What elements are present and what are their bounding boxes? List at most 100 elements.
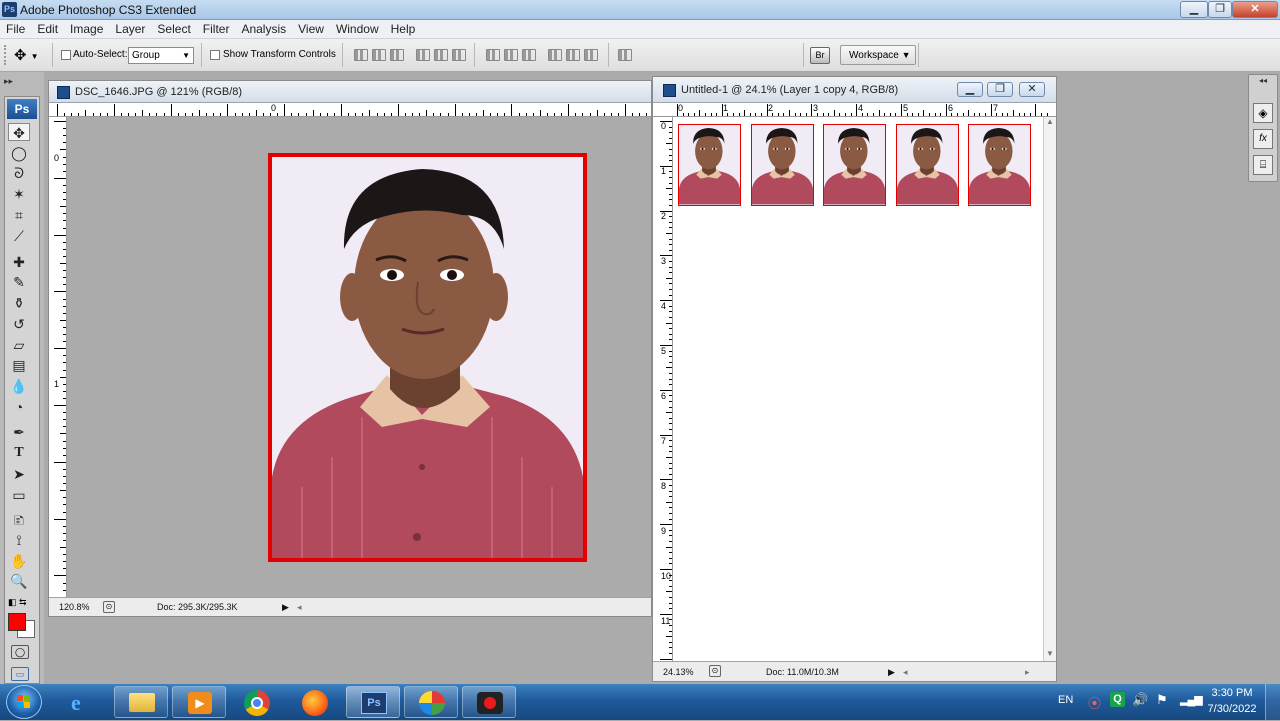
path-select-icon[interactable]: ➤	[8, 465, 30, 483]
clock-time[interactable]: 3:30 PM	[1208, 687, 1256, 699]
taskbar-file-explorer[interactable]	[114, 686, 168, 718]
restore-button[interactable]: ❐	[1208, 1, 1232, 18]
vertical-scrollbar[interactable]: ▲ ▼	[1043, 117, 1056, 663]
scroll-down-icon[interactable]: ▼	[1046, 649, 1054, 658]
screen-mode-icon[interactable]: ▭	[11, 667, 29, 681]
tiled-passport-photo[interactable]	[968, 124, 1031, 206]
align-bottom-icon[interactable]	[390, 49, 404, 61]
history-brush-icon[interactable]: ↺	[8, 315, 30, 333]
magic-wand-icon[interactable]: ✶	[8, 185, 30, 203]
start-button[interactable]	[6, 685, 42, 719]
scroll-up-icon[interactable]: ▲	[1046, 117, 1054, 126]
move-tool-icon[interactable]: ✥	[8, 123, 30, 141]
taskbar-firefox[interactable]	[288, 686, 342, 718]
status-menu-arrow-icon[interactable]: ▶	[282, 599, 289, 615]
doc-close-button[interactable]: ✕	[1019, 82, 1045, 97]
clone-stamp-icon[interactable]: ⚱	[8, 294, 30, 312]
taskbar-photoshop[interactable]: Ps	[346, 686, 400, 718]
menu-image[interactable]: Image	[64, 20, 109, 39]
foreground-color-swatch[interactable]	[8, 613, 26, 631]
healing-brush-icon[interactable]: ✚	[8, 253, 30, 271]
auto-select-dropdown[interactable]: Group ▼	[128, 47, 194, 64]
quick-mask-icon[interactable]: ◯	[11, 645, 29, 659]
zoom-level[interactable]: 24.13%	[663, 664, 694, 680]
move-tool-preset-icon[interactable]: ✥ ▼	[14, 46, 39, 64]
horizontal-ruler[interactable]: 0 1 2 3 4 5 6 7	[653, 103, 1056, 117]
clock-date[interactable]: 7/30/2022	[1205, 703, 1259, 715]
gradient-icon[interactable]: ▤	[8, 356, 30, 374]
menu-analysis[interactable]: Analysis	[235, 20, 292, 39]
network-warning-icon[interactable]: ⚑	[1156, 692, 1168, 708]
zoom-level[interactable]: 120.8%	[59, 599, 90, 615]
align-right-icon[interactable]	[452, 49, 466, 61]
distribute-left-icon[interactable]	[548, 49, 562, 61]
volume-icon[interactable]: 🔊	[1132, 692, 1148, 708]
history-panel-icon[interactable]: ⌸	[1253, 155, 1273, 175]
taskbar-screen-recorder[interactable]	[462, 686, 516, 718]
auto-select-checkbox[interactable]	[61, 50, 71, 60]
scroll-right-icon[interactable]: ▸	[1025, 664, 1030, 680]
workspace-button[interactable]: Workspace ▼	[840, 45, 916, 65]
menu-edit[interactable]: Edit	[31, 20, 64, 39]
lasso-icon[interactable]: ᘐ	[8, 164, 30, 182]
hand-icon[interactable]: ✋	[8, 552, 30, 570]
menu-layer[interactable]: Layer	[109, 20, 151, 39]
tiled-passport-photo[interactable]	[823, 124, 886, 206]
document-title-bar[interactable]: Untitled-1 @ 24.1% (Layer 1 copy 4, RGB/…	[653, 77, 1056, 103]
ellipse-marquee-icon[interactable]: ◯	[8, 144, 30, 162]
canvas-area[interactable]	[673, 117, 1043, 663]
vertical-ruler[interactable]: 0 1 2 3 4 5 6 7 8 9 10 11	[653, 117, 673, 663]
expand-arrows-icon[interactable]: ◂◂	[1259, 76, 1267, 85]
layers-panel-icon[interactable]: ◈	[1253, 103, 1273, 123]
distribute-bottom-icon[interactable]	[522, 49, 536, 61]
bridge-icon[interactable]: Br	[810, 47, 830, 64]
transform-controls-checkbox[interactable]	[210, 50, 220, 60]
taskbar-internet-explorer[interactable]: e	[56, 686, 110, 718]
taskbar-media-player[interactable]: ▶	[172, 686, 226, 718]
minimize-button[interactable]: ▁	[1180, 1, 1208, 18]
distribute-top-icon[interactable]	[486, 49, 500, 61]
language-indicator[interactable]: EN	[1058, 694, 1073, 706]
passport-photo[interactable]	[268, 153, 587, 562]
status-menu-arrow-icon[interactable]: ▶	[888, 664, 895, 680]
menu-window[interactable]: Window	[330, 20, 385, 39]
photoshop-logo[interactable]: Ps	[7, 99, 37, 119]
slice-icon[interactable]: ⟋	[8, 227, 30, 245]
tiled-passport-photo[interactable]	[678, 124, 741, 206]
tiled-passport-photo[interactable]	[751, 124, 814, 206]
signal-icon[interactable]: ▂▄▆	[1180, 693, 1203, 706]
taskbar-app[interactable]	[404, 686, 458, 718]
collapse-arrows-icon[interactable]: ▸▸	[4, 76, 13, 87]
menu-help[interactable]: Help	[385, 20, 422, 39]
menu-filter[interactable]: Filter	[197, 20, 236, 39]
pen-icon[interactable]: ✒	[8, 423, 30, 441]
brush-icon[interactable]: ✎	[8, 273, 30, 291]
eyedropper-icon[interactable]: ⟟	[8, 531, 30, 549]
auto-align-layers-icon[interactable]	[618, 49, 632, 61]
menu-view[interactable]: View	[292, 20, 330, 39]
eraser-icon[interactable]: ▱	[8, 336, 30, 354]
distribute-vcenter-icon[interactable]	[504, 49, 518, 61]
distribute-right-icon[interactable]	[584, 49, 598, 61]
zoom-icon[interactable]: 🔍	[8, 572, 30, 590]
status-info-icon[interactable]: ⊙	[709, 665, 721, 677]
menu-select[interactable]: Select	[151, 20, 196, 39]
tiled-passport-photo[interactable]	[896, 124, 959, 206]
close-button[interactable]: ✕	[1232, 1, 1278, 18]
align-top-icon[interactable]	[354, 49, 368, 61]
vertical-ruler[interactable]: 0 1	[49, 117, 67, 597]
doc-maximize-button[interactable]: ❐	[987, 82, 1013, 97]
status-info-icon[interactable]: ⊙	[103, 601, 115, 613]
menu-file[interactable]: File	[0, 20, 31, 39]
styles-panel-icon[interactable]: fx	[1253, 129, 1273, 149]
align-left-icon[interactable]	[416, 49, 430, 61]
show-desktop-button[interactable]	[1265, 684, 1280, 720]
rectangle-shape-icon[interactable]: ▭	[8, 486, 30, 504]
document-title-bar[interactable]: DSC_1646.JPG @ 121% (RGB/8)	[49, 81, 651, 103]
align-hcenter-icon[interactable]	[434, 49, 448, 61]
q-tray-icon[interactable]: Q	[1110, 692, 1125, 707]
distribute-hcenter-icon[interactable]	[566, 49, 580, 61]
default-colors-icon[interactable]: ◧ ⇆	[8, 597, 27, 608]
dodge-icon[interactable]: ◔	[8, 398, 30, 416]
align-vcenter-icon[interactable]	[372, 49, 386, 61]
